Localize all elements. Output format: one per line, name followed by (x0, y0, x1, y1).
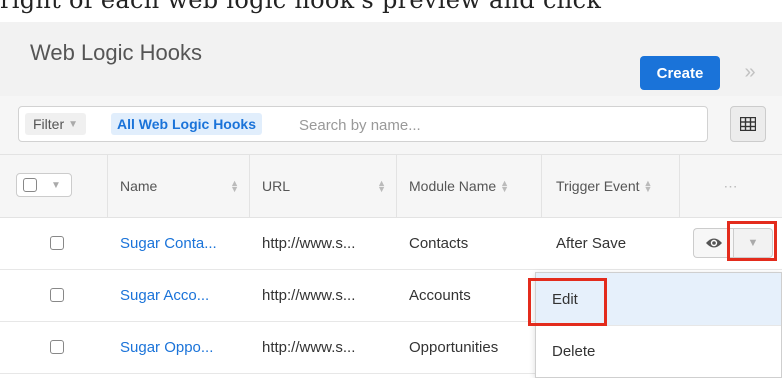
page-title: Web Logic Hooks (30, 40, 203, 65)
filter-dropdown[interactable]: Filter ▼ (25, 113, 87, 135)
filter-chip[interactable]: All Web Logic Hooks (111, 113, 262, 135)
row-checkbox[interactable] (50, 236, 64, 250)
ellipsis-icon: ⋯ (723, 177, 739, 194)
table-header: ▼ Name ▲ ▼ URL ▲ ▼ Module Name ▲ ▼ Trigger … (0, 155, 782, 218)
column-header-label: Trigger Event (556, 178, 640, 194)
hook-name-link[interactable]: Sugar Oppo... (120, 322, 213, 373)
column-header-name[interactable]: Name ▲ ▼ (108, 155, 250, 217)
menu-item-delete[interactable]: Delete (536, 325, 781, 377)
row-checkbox[interactable] (50, 340, 64, 354)
select-column-header: ▼ (0, 155, 108, 217)
actions-column-header: ⋯ (680, 155, 782, 217)
column-header-module[interactable]: Module Name ▲ ▼ (397, 155, 542, 217)
sort-icon: ▲ ▼ (500, 178, 510, 194)
select-all-checkbox[interactable] (23, 178, 37, 192)
column-header-trigger[interactable]: Trigger Event ▲ ▼ (542, 155, 680, 217)
caret-down-icon: ▼ (68, 118, 79, 130)
page-header: Web Logic Hooks Create » (0, 22, 782, 97)
module-cell: Opportunities (409, 339, 499, 356)
sort-icon: ▲ ▼ (377, 178, 386, 194)
filter-box: Filter ▼ All Web Logic Hooks (18, 106, 708, 142)
search-input[interactable] (297, 113, 681, 137)
filter-label: Filter (33, 116, 65, 132)
filter-bar: Filter ▼ All Web Logic Hooks (0, 96, 782, 155)
highlight-box-actions-caret (727, 221, 777, 261)
url-cell: http://www.s... (262, 235, 356, 252)
column-header-label: Module Name (409, 178, 497, 194)
caret-down-icon: ▼ (51, 179, 61, 191)
sort-icon: ▲ ▼ (643, 178, 653, 194)
select-all-dropdown[interactable]: ▼ (16, 173, 72, 197)
hook-name-link[interactable]: Sugar Conta... (120, 218, 217, 269)
column-header-label: URL (262, 178, 291, 194)
trigger-cell: After Save (556, 235, 627, 252)
sort-icon: ▲ ▼ (230, 178, 239, 194)
chevron-double-right-icon[interactable]: » (738, 58, 762, 86)
list-view-toggle-button[interactable] (730, 106, 766, 142)
url-cell: http://www.s... (262, 287, 356, 304)
grid-icon (740, 117, 756, 131)
table-row[interactable]: Sugar Conta... http://www.s... Contacts … (0, 218, 782, 270)
document-caption: right of each web logic hook's preview a… (0, 0, 602, 14)
create-button[interactable]: Create (640, 56, 720, 90)
url-cell: http://www.s... (262, 339, 356, 356)
module-cell: Accounts (409, 287, 471, 304)
row-checkbox[interactable] (50, 288, 64, 302)
hook-name-link[interactable]: Sugar Acco... (120, 270, 209, 321)
highlight-box-edit (528, 278, 607, 326)
column-header-url[interactable]: URL ▲ ▼ (250, 155, 397, 217)
module-cell: Contacts (409, 235, 469, 252)
column-header-label: Name (120, 178, 158, 194)
eye-icon (705, 238, 722, 248)
